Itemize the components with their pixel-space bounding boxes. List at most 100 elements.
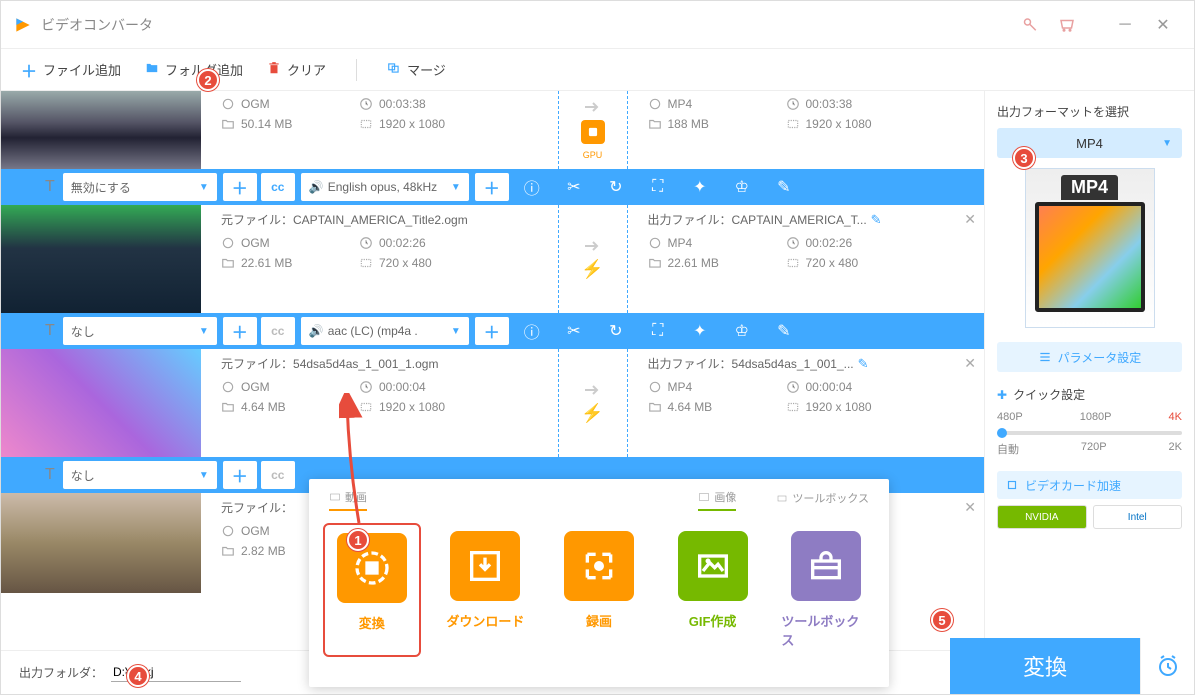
arrow-icon (583, 239, 603, 253)
plus-icon: ＋ (21, 58, 37, 82)
watermark-icon[interactable]: ♔ (721, 169, 763, 205)
cut-icon[interactable]: ✂ (553, 313, 595, 349)
effects-icon[interactable]: ✦ (679, 313, 721, 349)
close-button[interactable]: ✕ (1144, 9, 1182, 41)
audio-value: aac (LC) (mp4a . (328, 324, 418, 338)
audio-select[interactable]: 🔊aac (LC) (mp4a .▼ (301, 317, 469, 345)
info-icon[interactable]: ⓘ (511, 313, 553, 349)
src-duration: 00:00:04 (379, 380, 426, 394)
cc-button[interactable]: cc (261, 317, 295, 345)
resolution-icon (786, 256, 800, 270)
tile-gif[interactable]: GIF作成 (664, 523, 762, 657)
tile-record[interactable]: 録画 (550, 523, 648, 657)
src-file-name: CAPTAIN_AMERICA_Title2.ogm (293, 213, 468, 227)
edit-filename-icon[interactable]: ✎ (858, 356, 869, 371)
add-subtitle-button[interactable]: ＋ (223, 317, 257, 345)
resolution-labels-bottom: 自動720P2K (997, 441, 1182, 457)
format-preview: MP4 (1025, 168, 1155, 328)
subtitle-select[interactable]: 無効にする▼ (63, 173, 217, 201)
thumbnail[interactable] (1, 349, 201, 457)
src-size: 2.82 MB (241, 544, 286, 558)
tile-download[interactable]: ダウンロード (437, 523, 535, 657)
effects-icon[interactable]: ✦ (679, 169, 721, 205)
dst-file-name: CAPTAIN_AMERICA_T... (732, 213, 867, 227)
subtitle-select[interactable]: なし▼ (63, 317, 217, 345)
minimize-button[interactable]: ─ (1106, 9, 1144, 41)
audio-select[interactable]: 🔊English opus, 48kHz▼ (301, 173, 469, 201)
add-folder-button[interactable]: フォルダ追加 (145, 60, 243, 79)
rotate-icon[interactable]: ↻ (595, 169, 637, 205)
src-duration: 00:02:26 (379, 236, 426, 250)
clear-label: クリア (287, 60, 326, 79)
speaker-icon: 🔊 (309, 324, 324, 338)
resolution-icon (359, 400, 373, 414)
dst-format: MP4 (668, 236, 693, 250)
src-resolution: 720 x 480 (379, 256, 432, 270)
add-audio-button[interactable]: ＋ (475, 173, 509, 201)
convert-button[interactable]: 変換 (950, 638, 1140, 694)
edit-icon[interactable]: ✎ (763, 313, 805, 349)
cc-button[interactable]: cc (261, 173, 295, 201)
tile-convert[interactable]: 変換 (323, 523, 421, 657)
edit-filename-icon[interactable]: ✎ (871, 212, 882, 227)
format-icon (648, 236, 662, 250)
nvidia-badge[interactable]: NVIDIA (997, 505, 1087, 529)
tile-toolbox[interactable]: ツールボックス (777, 523, 875, 657)
clear-button[interactable]: クリア (267, 60, 326, 79)
thumbnail[interactable] (1, 493, 201, 593)
download-tile-icon (450, 531, 520, 601)
src-resolution: 1920 x 1080 (379, 400, 445, 414)
dst-file-name: 54dsa5d4as_1_001_... (732, 357, 854, 371)
arrow-icon (583, 100, 603, 114)
merge-button[interactable]: マージ (387, 60, 446, 79)
watermark-icon[interactable]: ♔ (721, 313, 763, 349)
bolt-icon: ⚡ (581, 403, 603, 424)
thumbnail[interactable] (1, 205, 201, 313)
cut-icon[interactable]: ✂ (553, 169, 595, 205)
subtitle-select[interactable]: なし▼ (63, 461, 217, 489)
src-file-label: 元ファイル： (221, 213, 293, 227)
thumbnail[interactable] (1, 91, 201, 169)
remove-item-button[interactable]: ✕ (964, 355, 976, 372)
info-icon[interactable]: ⓘ (511, 169, 553, 205)
conversion-arrow: ⚡ (558, 349, 628, 457)
crop-icon[interactable]: ⛶ (637, 169, 679, 205)
cart-icon[interactable] (1048, 9, 1086, 41)
folder-icon (648, 117, 662, 131)
add-file-button[interactable]: ＋ファイル追加 (21, 58, 121, 82)
gpu-accel-button[interactable]: ビデオカード加速 (997, 471, 1182, 499)
parameter-settings-button[interactable]: パラメータ設定 (997, 342, 1182, 372)
add-subtitle-button[interactable]: ＋ (223, 461, 257, 489)
clock-icon (786, 97, 800, 111)
folder-icon (221, 256, 235, 270)
resolution-slider[interactable] (997, 431, 1182, 435)
add-audio-button[interactable]: ＋ (475, 317, 509, 345)
separator (356, 59, 357, 81)
cc-button[interactable]: cc (261, 461, 295, 489)
tile-label: 変換 (359, 613, 385, 632)
remove-item-button[interactable]: ✕ (964, 211, 976, 228)
trash-icon (267, 61, 281, 78)
popup-tab-video[interactable]: 動画 (329, 489, 367, 511)
edit-icon[interactable]: ✎ (763, 169, 805, 205)
file-item: OGM 00:03:38 50.14 MB 1920 x 1080 GPU (1, 91, 984, 205)
rotate-icon[interactable]: ↻ (595, 313, 637, 349)
output-format-heading: 出力フォーマットを選択 (997, 103, 1182, 120)
folder-icon (221, 117, 235, 131)
license-key-icon[interactable] (1010, 9, 1048, 41)
folder-icon (648, 400, 662, 414)
intel-badge[interactable]: Intel (1093, 505, 1183, 529)
dst-resolution: 720 x 480 (806, 256, 859, 270)
src-file-name: 54dsa5d4as_1_001_1.ogm (293, 357, 438, 371)
popup-tab-image[interactable]: 画像 (698, 489, 736, 511)
slider-thumb[interactable] (997, 428, 1007, 438)
add-subtitle-button[interactable]: ＋ (223, 173, 257, 201)
schedule-button[interactable] (1140, 638, 1194, 694)
chip-icon (1005, 478, 1019, 492)
clock-icon (359, 380, 373, 394)
popup-tab-tools[interactable]: ツールボックス (776, 489, 869, 511)
titlebar: ビデオコンバータ ─ ✕ (1, 1, 1194, 49)
remove-item-button[interactable]: ✕ (964, 499, 976, 516)
tile-label: GIF作成 (689, 611, 737, 630)
crop-icon[interactable]: ⛶ (637, 313, 679, 349)
